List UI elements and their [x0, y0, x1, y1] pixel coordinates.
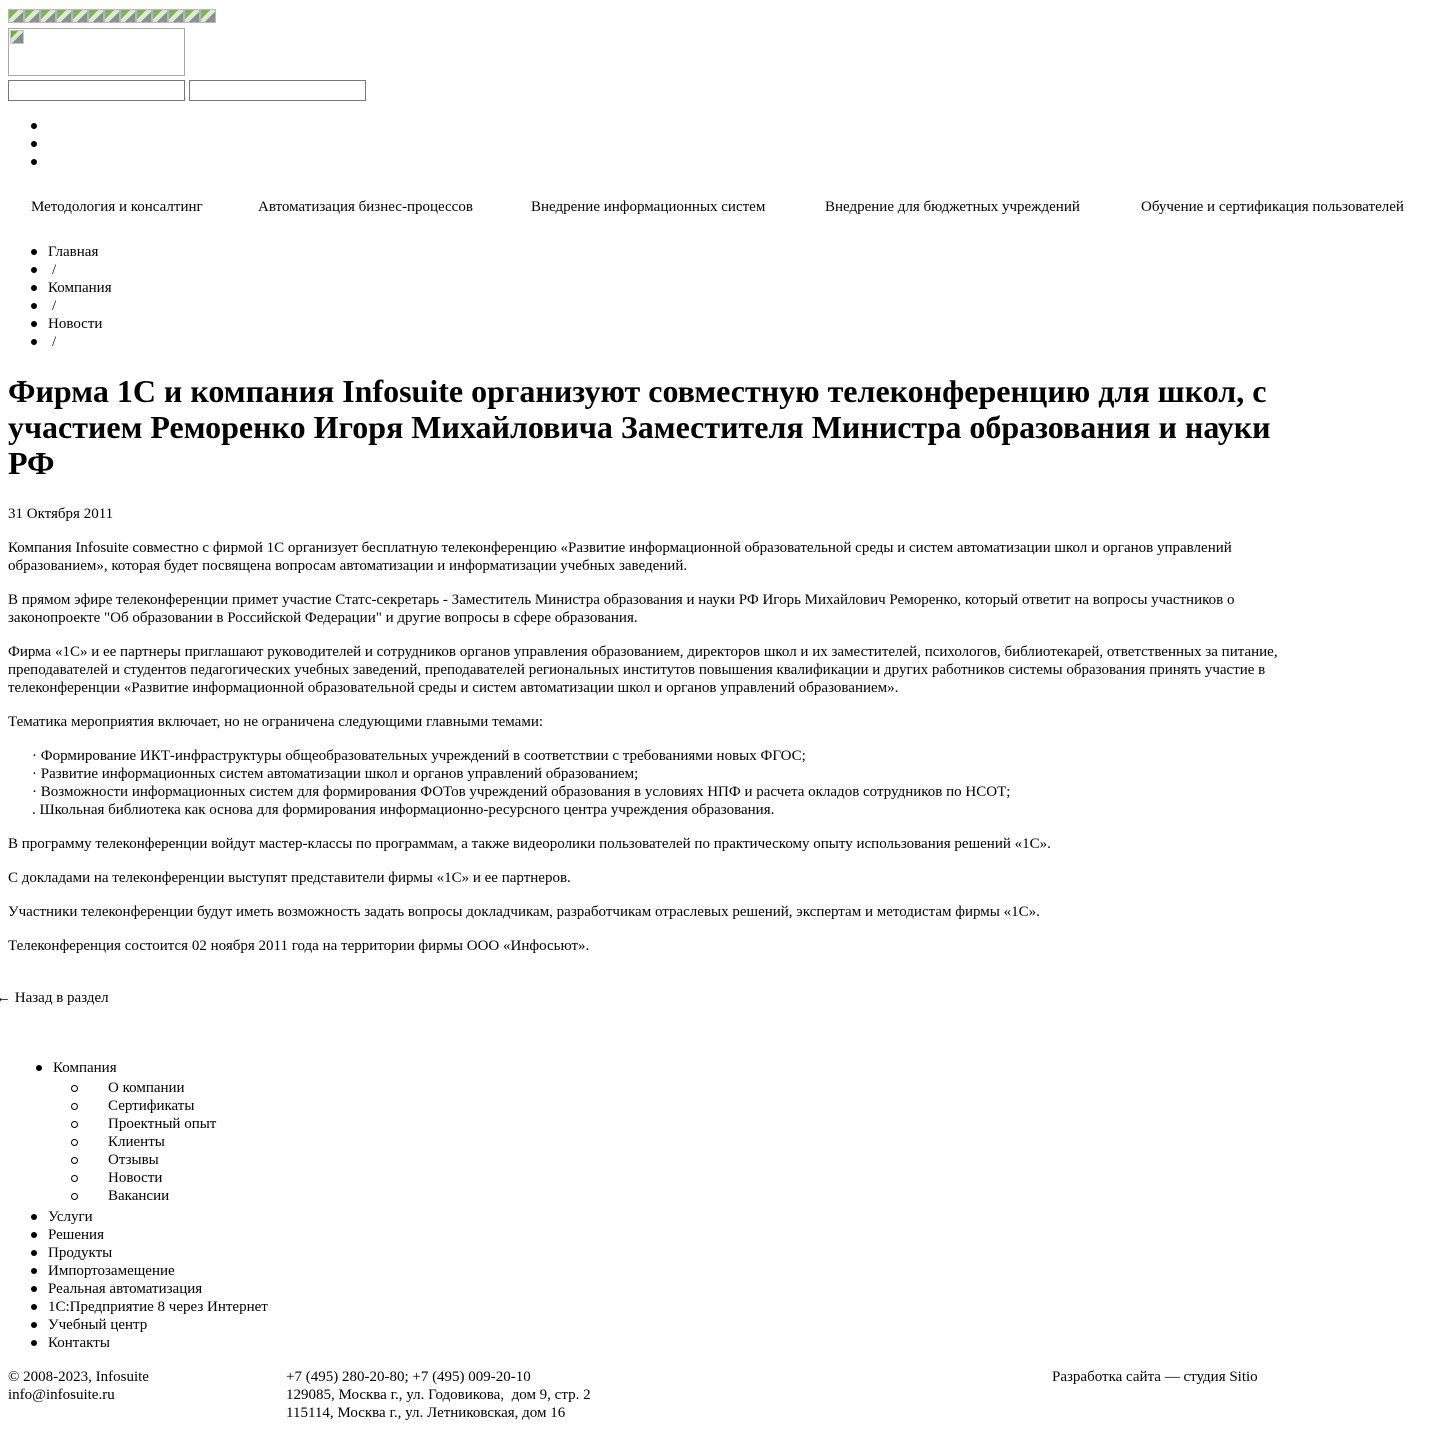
theme-item: . Школьная библиотека как основа для фор… — [32, 802, 775, 818]
breadcrumb-separator: / — [52, 262, 57, 278]
bullet — [71, 1157, 78, 1164]
bullet — [36, 1065, 42, 1071]
footer-address: 115114, Москва г., ул. Летниковская, дом… — [286, 1405, 566, 1421]
footer-contacts: +7 (495) 280-20-80; +7 (495) 009-20-10 1… — [286, 1368, 591, 1422]
site-logo[interactable] — [8, 28, 185, 76]
bullet — [71, 1121, 78, 1128]
footer-phones: +7 (495) 280-20-80; +7 (495) 009-20-10 — [286, 1369, 531, 1385]
article-paragraph: С докладами на телеконференции выступят … — [8, 870, 571, 886]
header-input-1[interactable] — [8, 80, 185, 101]
submenu-certificates[interactable]: Сертификаты — [108, 1097, 194, 1115]
broken-image-icon[interactable] — [88, 9, 104, 23]
article-paragraph: В программу телеконференции войдут масте… — [8, 836, 1051, 852]
side-menu-contacts[interactable]: Контакты — [48, 1334, 110, 1352]
side-menu-company[interactable]: Компания — [53, 1059, 117, 1077]
bullet — [31, 159, 37, 165]
bullet — [31, 1250, 37, 1256]
article-paragraph: В прямом эфире телеконференции примет уч… — [8, 592, 1235, 626]
broken-image-icon[interactable] — [120, 9, 136, 23]
breadcrumb-news[interactable]: Новости — [48, 315, 102, 333]
bullet — [71, 1139, 78, 1146]
footer-developer-link[interactable]: Разработка сайта — студия Sitio — [1052, 1369, 1258, 1385]
submenu-clients[interactable]: Клиенты — [108, 1133, 165, 1151]
broken-image-icon[interactable] — [40, 9, 56, 23]
submenu-vacancies[interactable]: Вакансии — [108, 1187, 169, 1205]
broken-image-icon[interactable] — [168, 9, 184, 23]
broken-image-icon[interactable] — [72, 9, 88, 23]
bullet — [31, 1286, 37, 1292]
top-menu-automation[interactable]: Автоматизация бизнес-процессов — [258, 198, 473, 216]
bullet — [31, 339, 37, 345]
footer-copyright: © 2008-2023, Infosuite — [8, 1369, 149, 1385]
bullet — [31, 1304, 37, 1310]
side-menu-training-center[interactable]: Учебный центр — [48, 1316, 147, 1334]
broken-image-icon[interactable] — [8, 9, 24, 23]
back-to-section-link[interactable]: ← Назад в раздел — [0, 990, 109, 1006]
bullet — [31, 1214, 37, 1220]
article-paragraph: Телеконференция состоится 02 ноября 2011… — [8, 938, 590, 954]
side-menu-1c-internet[interactable]: 1С:Предприятие 8 через Интернет — [48, 1298, 268, 1316]
breadcrumb-company[interactable]: Компания — [48, 279, 112, 297]
header-social-icons — [8, 9, 216, 23]
article-paragraph: Тематика мероприятия включает, но не огр… — [8, 714, 544, 730]
broken-image-icon[interactable] — [56, 9, 72, 23]
bullet — [31, 267, 37, 273]
bullet — [31, 1232, 37, 1238]
submenu-projects[interactable]: Проектный опыт — [108, 1115, 216, 1133]
submenu-news[interactable]: Новости — [108, 1169, 162, 1187]
bullet — [71, 1175, 78, 1182]
bullet — [31, 1322, 37, 1328]
side-menu-products[interactable]: Продукты — [48, 1244, 112, 1262]
submenu-about[interactable]: О компании — [108, 1079, 185, 1097]
bullet — [31, 285, 37, 291]
broken-image-icon[interactable] — [152, 9, 168, 23]
top-menu-budget[interactable]: Внедрение для бюджетных учреждений — [825, 198, 1080, 216]
top-menu-methodology[interactable]: Методология и консалтинг — [31, 198, 203, 216]
back-link-wrap: ← Назад в раздел — [0, 989, 109, 1007]
theme-item: · Формирование ИКТ-инфраструктуры общеоб… — [32, 748, 806, 764]
bullet — [71, 1193, 78, 1200]
bullet — [31, 249, 37, 255]
article-paragraph: Фирма «1С» и ее партнеры приглашают руко… — [8, 644, 1278, 696]
submenu-reviews[interactable]: Отзывы — [108, 1151, 159, 1169]
bullet — [31, 1340, 37, 1346]
top-menu-implementation[interactable]: Внедрение информационных систем — [531, 198, 765, 216]
side-menu-import-substitution[interactable]: Импортозамещение — [48, 1262, 175, 1280]
breadcrumb-separator: / — [52, 298, 57, 314]
top-menu-training[interactable]: Обучение и сертификация пользователей — [1141, 198, 1404, 216]
side-menu-real-automation[interactable]: Реальная автоматизация — [48, 1280, 202, 1298]
broken-image-icon[interactable] — [24, 9, 40, 23]
article-paragraph: Участники телеконференции будут иметь во… — [8, 904, 1040, 920]
broken-image-icon[interactable] — [200, 9, 216, 23]
bullet — [31, 303, 37, 309]
broken-image-icon[interactable] — [104, 9, 120, 23]
bullet — [31, 1268, 37, 1274]
theme-item: · Возможности информационных систем для … — [32, 784, 1011, 800]
page-title: Фирма 1С и компания Infosuite организуют… — [8, 373, 1271, 481]
footer-right: Разработка сайта — студия Sitio — [1052, 1368, 1258, 1386]
bullet — [71, 1085, 78, 1092]
header-input-2[interactable] — [189, 80, 366, 101]
broken-image-icon[interactable] — [136, 9, 152, 23]
article-date: 31 Октября 2011 — [8, 506, 114, 522]
bullet — [71, 1103, 78, 1110]
broken-image-icon[interactable] — [184, 9, 200, 23]
article-paragraph: Компания Infosuite совместно с фирмой 1С… — [8, 540, 1232, 574]
footer-left: © 2008-2023, Infosuite info@infosuite.ru — [8, 1368, 149, 1404]
themes-list: · Формирование ИКТ-инфраструктуры общеоб… — [32, 747, 1010, 819]
theme-item: · Развитие информационных систем автомат… — [32, 766, 639, 782]
breadcrumb-separator: / — [52, 334, 57, 350]
bullet — [31, 141, 37, 147]
bullet — [31, 123, 37, 129]
footer-email-link[interactable]: info@infosuite.ru — [8, 1387, 115, 1403]
breadcrumb-home[interactable]: Главная — [48, 243, 98, 261]
side-menu-solutions[interactable]: Решения — [48, 1226, 104, 1244]
bullet — [31, 321, 37, 327]
side-menu-services[interactable]: Услуги — [48, 1208, 93, 1226]
footer-address: 129085, Москва г., ул. Годовикова, дом 9… — [286, 1387, 591, 1403]
